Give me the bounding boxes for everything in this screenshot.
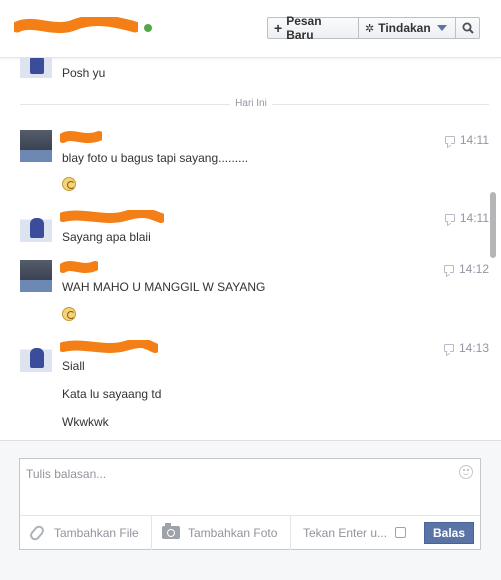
add-photo-label: Tambahkan Foto	[188, 525, 278, 540]
message-text: blay foto u bagus tapi sayang.........	[62, 151, 249, 165]
gear-icon: ✲	[365, 22, 375, 35]
chat-bubble-icon	[443, 265, 454, 273]
message-timestamp: 14:11	[444, 133, 489, 147]
add-file-label: Tambahkan File	[54, 525, 139, 540]
message-text: Wkwkwk	[62, 415, 109, 429]
message-text: Kata lu sayaang td	[62, 387, 162, 401]
avatar[interactable]	[20, 260, 52, 292]
composer-toolbar: Tambahkan File Tambahkan Foto Tekan Ente…	[20, 515, 480, 550]
message-timestamp: 14:11	[444, 211, 489, 225]
emoji-picker-icon[interactable]	[459, 465, 473, 479]
message-text: WAH MAHO U MANGGIL W SAYANG	[62, 280, 266, 294]
new-message-label: Pesan Baru	[286, 14, 322, 42]
chevron-down-icon	[436, 25, 447, 31]
add-photo-button[interactable]: Tambahkan Foto	[152, 515, 291, 550]
reply-area: Tambahkan File Tambahkan Foto Tekan Ente…	[0, 440, 501, 580]
message-text: Siall	[62, 359, 85, 373]
press-enter-toggle[interactable]: Tekan Enter u...	[291, 516, 411, 550]
redacted-sender-name	[60, 210, 164, 223]
redacted-sender-name	[60, 340, 158, 353]
reply-composer: Tambahkan File Tambahkan Foto Tekan Ente…	[19, 458, 481, 550]
redacted-contact-name	[14, 17, 138, 34]
press-enter-checkbox[interactable]	[395, 527, 407, 538]
message-thread[interactable]: Posh yu Hari Ini 14:11 blay foto u bagus…	[0, 58, 501, 440]
search-icon	[462, 22, 474, 34]
avatar[interactable]	[20, 58, 52, 78]
chat-bubble-icon	[443, 344, 454, 352]
camera-icon	[162, 523, 180, 539]
day-divider-label: Hari Ini	[230, 98, 272, 109]
message-timestamp: 14:12	[443, 262, 489, 276]
redacted-sender-name	[60, 131, 102, 143]
message-timestamp: 14:13	[443, 341, 489, 355]
online-status-dot	[144, 24, 152, 32]
add-file-button[interactable]: Tambahkan File	[20, 515, 152, 550]
chat-bubble-icon	[444, 136, 455, 144]
conversation-header: + Pesan Baru ✲ Tindakan	[0, 0, 501, 58]
thread-scrollbar[interactable]	[490, 192, 496, 258]
reply-input[interactable]	[20, 459, 480, 515]
send-button[interactable]: Balas	[424, 522, 474, 544]
chat-bubble-icon	[444, 214, 455, 222]
paperclip-icon	[28, 523, 46, 542]
actions-label: Tindakan	[378, 21, 431, 35]
avatar[interactable]	[20, 210, 52, 242]
emoticon-icon	[62, 177, 76, 191]
emoticon-icon	[62, 307, 76, 321]
search-button[interactable]	[455, 17, 480, 39]
actions-dropdown[interactable]: ✲ Tindakan	[358, 17, 456, 39]
press-enter-label: Tekan Enter u...	[303, 525, 388, 540]
message-text: Posh yu	[62, 66, 106, 80]
redacted-sender-name	[60, 261, 98, 273]
plus-icon: +	[274, 20, 283, 36]
avatar[interactable]	[20, 340, 52, 372]
new-message-button[interactable]: + Pesan Baru	[267, 14, 359, 42]
avatar[interactable]	[20, 130, 52, 162]
message-text: Sayang apa blaii	[62, 230, 151, 244]
